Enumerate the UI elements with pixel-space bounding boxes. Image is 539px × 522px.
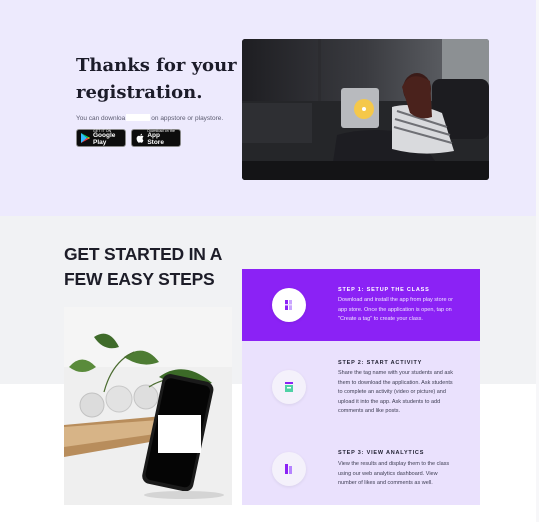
hero-photo-woman-laptop — [242, 39, 489, 180]
download-instructions-end: on appstore or playstore. — [151, 115, 224, 122]
phone-photo-illustration — [64, 307, 232, 505]
download-instructions: You can downloa on appstore or playstore. — [76, 114, 223, 122]
google-play-text: GET IT ON Google Play — [93, 129, 121, 147]
steps-heading: GET STARTED IN A FEW EASY STEPS — [64, 244, 222, 289]
step-3-description: View the results and display them to the… — [338, 461, 450, 486]
google-play-label: Google Play — [93, 132, 116, 146]
tag-icon — [285, 300, 292, 310]
google-play-button[interactable]: GET IT ON Google Play — [76, 129, 126, 147]
step-2-title: STEP 2: START ACTIVITY — [338, 360, 423, 366]
step-2-icon-circle — [272, 370, 306, 404]
app-store-label: App Store — [147, 132, 164, 146]
app-store-text: Download on the App Store — [147, 129, 176, 147]
download-instructions-start: You can downloa — [76, 115, 126, 122]
phone-photo — [64, 307, 232, 505]
page-title: Thanks for your registration. — [76, 55, 237, 103]
app-store-button[interactable]: Download on the App Store — [131, 129, 181, 147]
step-card-1: STEP 1: SETUP THE CLASS Download and ins… — [242, 269, 480, 341]
step-1-icon-circle — [272, 288, 306, 322]
step-3-icon-circle — [272, 452, 306, 486]
redacted-block — [126, 114, 151, 121]
step-card-2: STEP 2: START ACTIVITY Share the tag nam… — [242, 341, 480, 433]
step-3-title: STEP 3: VIEW ANALYTICS — [338, 450, 425, 456]
step-2-description: Share the tag name with your students an… — [338, 370, 453, 414]
phone-screen-redaction — [158, 415, 201, 453]
hero-photo-illustration — [242, 39, 489, 180]
step-card-3: STEP 3: VIEW ANALYTICS View the results … — [242, 433, 480, 505]
google-play-icon — [81, 133, 90, 144]
step-1-description: Download and install the app from play s… — [338, 297, 453, 322]
analytics-icon — [285, 464, 292, 474]
apple-icon — [136, 133, 144, 144]
activity-icon — [285, 382, 293, 392]
step-1-title: STEP 1: SETUP THE CLASS — [338, 287, 430, 293]
